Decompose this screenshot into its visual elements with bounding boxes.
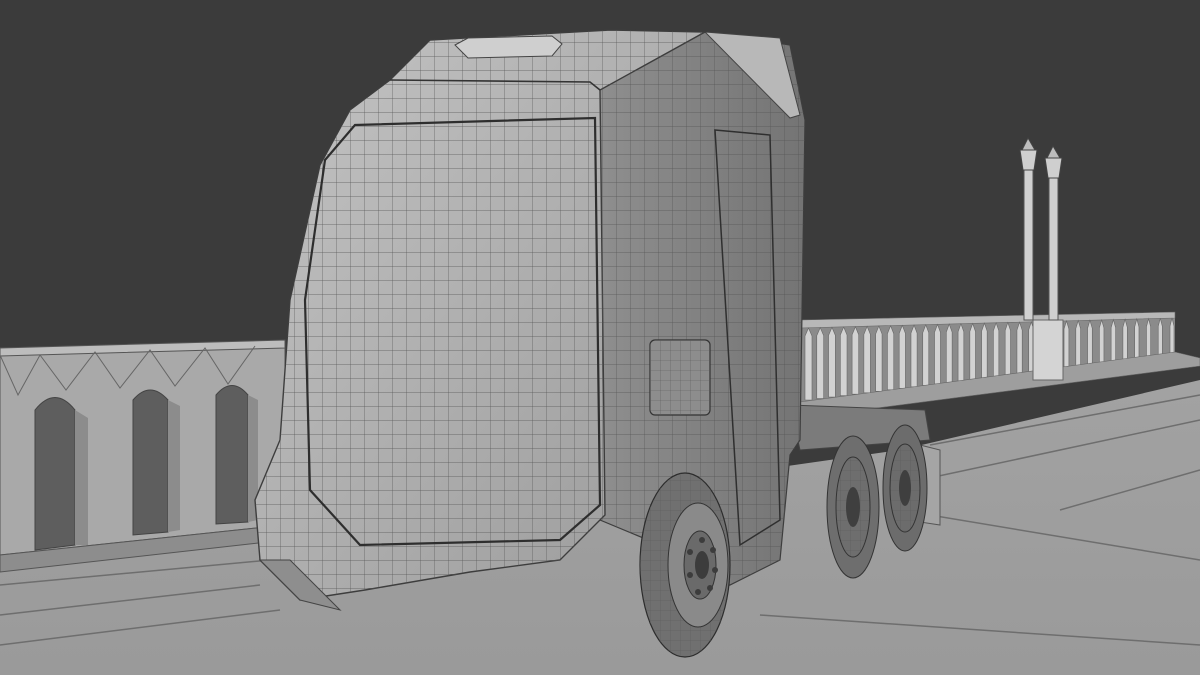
baluster [957,322,965,382]
front-wheel [639,472,731,658]
baluster [934,323,941,385]
baluster [1122,318,1128,362]
baluster [1063,319,1070,369]
baluster [898,324,906,389]
arch-2 [132,389,169,536]
baluster [816,326,824,399]
baluster [922,323,930,386]
baluster [1099,318,1105,365]
baluster [840,326,848,396]
baluster [851,325,860,395]
baluster [1169,317,1175,356]
baluster [828,326,836,398]
baluster [1087,319,1093,366]
baluster [875,325,883,392]
baluster [910,324,918,388]
baluster [1157,318,1163,357]
bridge-arcade-wall [0,339,286,573]
rear-wheel-1 [826,435,880,579]
arch-1 [34,397,76,551]
arch-3 [215,385,249,525]
baluster [945,323,953,383]
baluster [993,321,1000,378]
baluster [969,322,976,380]
viewport-3d[interactable] [0,0,1200,675]
roof-vent [454,35,563,59]
render-canvas [0,0,1200,675]
baluster [863,325,871,394]
baluster [1134,317,1140,360]
baluster [1146,317,1151,359]
baluster [981,322,988,379]
baluster [1004,321,1011,376]
baluster [1075,319,1081,367]
rear-wheel-2 [882,424,928,552]
baluster [804,327,813,401]
baluster [1016,321,1023,375]
baluster [887,324,895,391]
baluster [1110,318,1116,363]
